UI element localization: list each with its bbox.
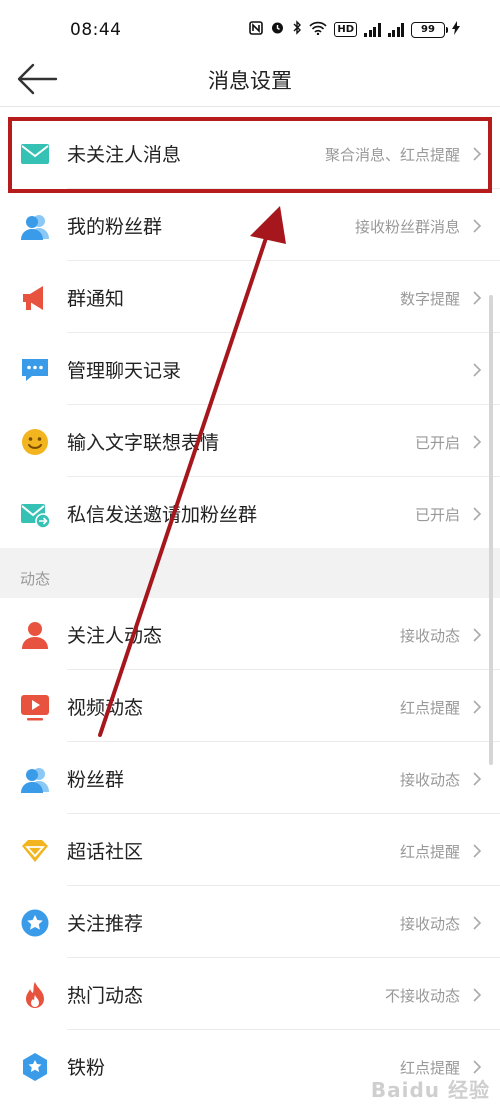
status-time: 08:44	[70, 20, 122, 40]
wifi-icon	[309, 21, 327, 39]
row-label: 铁粉	[67, 1057, 106, 1079]
row-label: 私信发送邀请加粉丝群	[67, 504, 258, 526]
row-label: 关注人动态	[67, 625, 163, 647]
highlight-annotation-box	[8, 117, 492, 193]
iron-fan-badge-icon	[23, 1053, 47, 1081]
row-input-emoji-suggest[interactable]: 输入文字联想表情 已开启	[0, 405, 500, 477]
row-label: 热门动态	[67, 985, 144, 1007]
chevron-right-icon	[473, 844, 482, 858]
signal-icon	[364, 22, 381, 37]
row-my-fan-groups[interactable]: 我的粉丝群 接收粉丝群消息	[0, 189, 500, 261]
row-value: 不接收动态	[384, 987, 460, 1005]
chevron-right-icon	[473, 219, 482, 233]
chevron-right-icon	[473, 363, 482, 377]
charging-icon	[452, 20, 460, 39]
chat-bubble-icon	[22, 359, 48, 381]
row-hot-dynamics[interactable]: 热门动态 不接收动态	[0, 958, 500, 1030]
mail-send-icon	[21, 504, 50, 529]
watermark-logo: Baidu 经验	[370, 1078, 490, 1102]
page-title: 消息设置	[208, 69, 292, 93]
chevron-right-icon	[473, 700, 482, 714]
nfc-icon	[249, 20, 264, 39]
row-dm-invite-fan-group[interactable]: 私信发送邀请加粉丝群 已开启	[0, 477, 500, 549]
section-title: 动态	[20, 570, 51, 588]
row-label: 输入文字联想表情	[67, 432, 220, 454]
row-super-topic[interactable]: 超话社区 红点提醒	[0, 814, 500, 886]
chevron-right-icon	[473, 1060, 482, 1074]
row-value: 接收粉丝群消息	[354, 218, 460, 236]
nav-bar: 消息设置	[0, 52, 500, 107]
chevron-right-icon	[473, 291, 482, 305]
row-label: 管理聊天记录	[67, 360, 182, 382]
row-follow-recommend[interactable]: 关注推荐 接收动态	[0, 886, 500, 958]
group-users-icon	[21, 768, 49, 793]
row-value: 已开启	[414, 506, 460, 524]
row-value: 接收动态	[399, 915, 460, 933]
alarm-icon	[270, 20, 285, 39]
row-label: 关注推荐	[67, 913, 144, 935]
row-manage-chat-history[interactable]: 管理聊天记录	[0, 333, 500, 405]
row-label: 视频动态	[67, 697, 144, 719]
section-header-dynamics: 动态	[0, 548, 500, 598]
hd-badge: HD	[334, 22, 357, 37]
row-value: 接收动态	[399, 771, 460, 789]
chevron-right-icon	[473, 507, 482, 521]
row-group-notice[interactable]: 群通知 数字提醒	[0, 261, 500, 333]
row-value: 数字提醒	[399, 290, 460, 308]
flame-icon	[26, 982, 44, 1008]
battery-indicator: 99	[411, 21, 448, 38]
smiley-icon	[22, 429, 48, 455]
row-fan-group[interactable]: 粉丝群 接收动态	[0, 742, 500, 814]
star-badge-icon	[21, 909, 49, 937]
person-icon	[22, 622, 48, 649]
bluetooth-icon	[292, 20, 302, 39]
group-users-icon	[21, 215, 49, 240]
chevron-right-icon	[473, 435, 482, 449]
chevron-right-icon	[473, 916, 482, 930]
row-value: 红点提醒	[399, 699, 460, 717]
row-video-dynamics[interactable]: 视频动态 红点提醒	[0, 670, 500, 742]
row-following-dynamics[interactable]: 关注人动态 接收动态	[0, 598, 500, 670]
row-label: 我的粉丝群	[67, 216, 163, 238]
row-value: 接收动态	[399, 627, 460, 645]
chevron-right-icon	[473, 628, 482, 642]
signal-icon-2	[387, 22, 404, 37]
row-label: 群通知	[67, 288, 125, 310]
status-icons: HD 99	[249, 20, 460, 39]
status-bar: 08:44 HD 99	[0, 0, 500, 60]
diamond-icon	[22, 840, 48, 862]
row-value: 红点提醒	[399, 843, 460, 861]
chevron-right-icon	[473, 772, 482, 786]
row-label: 超话社区	[67, 841, 144, 863]
megaphone-icon	[23, 286, 43, 310]
video-play-icon	[21, 695, 49, 721]
chevron-right-icon	[473, 988, 482, 1002]
row-label: 粉丝群	[67, 769, 125, 791]
scrollbar[interactable]	[489, 295, 493, 765]
row-value: 已开启	[414, 434, 460, 452]
